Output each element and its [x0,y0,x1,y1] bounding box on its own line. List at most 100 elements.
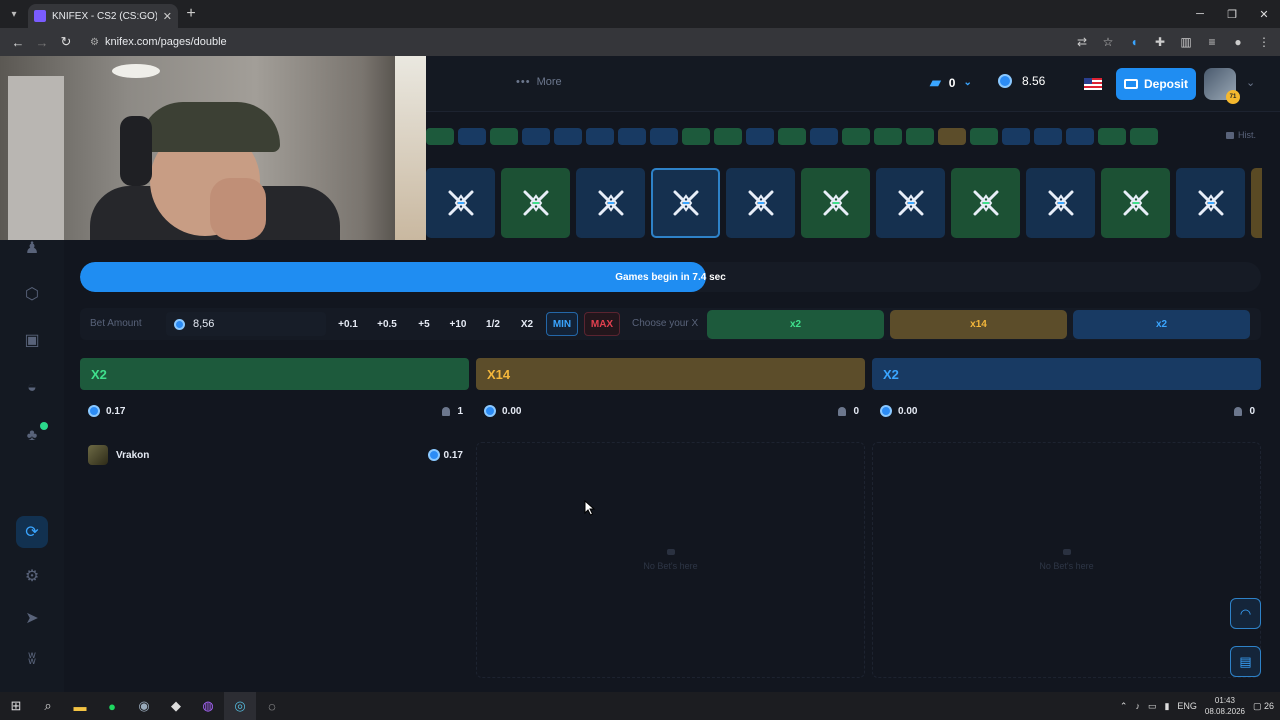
crossed-knives-icon [1123,190,1148,216]
recorder-icon[interactable]: ◌ [256,692,288,720]
url-text: knifex.com/pages/double [104,36,227,48]
new-tab-button[interactable]: + [178,5,204,23]
clock-time: 01:43 [1214,696,1235,705]
windows-taskbar: ⊞ ⌕ ▬ ● ◉ ◆ ◍ ◎ ◌ ⌃ ♪ ▭ ▮ ENG 01:43 08.0… [0,692,1280,720]
file-explorer-icon[interactable]: ▬ [64,692,96,720]
history-item-green [714,128,742,145]
sidebar-item-crash-icon[interactable]: ◒ [20,376,44,400]
profile-chevron-icon[interactable]: ⌄ [1246,76,1255,89]
skin-balance[interactable]: ▰ 0 ⌄ [930,74,972,91]
clock[interactable]: 01:43 08.08.2026 [1205,695,1245,717]
network-icon[interactable]: ▭ [1148,701,1157,712]
steam-icon[interactable]: ◉ [128,692,160,720]
deposit-button[interactable]: Deposit [1116,68,1196,100]
history-button[interactable]: Hist. [1226,130,1256,140]
user-icon [442,406,451,416]
start-windows-icon[interactable]: ⊞ [0,692,32,720]
roulette-card-green [1101,168,1170,238]
spotify-icon[interactable]: ● [96,692,128,720]
add-0.5-button[interactable]: +0.5 [372,312,402,336]
crossed-knives-icon [973,190,998,216]
reload-icon[interactable]: ↻ [54,30,78,54]
more-menu[interactable]: ••• More [516,76,562,88]
history-item-green [906,128,934,145]
bookmark-star-icon[interactable]: ☆ [1100,32,1116,52]
extensions-puzzle-icon[interactable]: ✚ [1152,32,1168,52]
sidepanel-icon[interactable]: ▥ [1178,32,1194,52]
column-total: 0.00 [898,405,918,417]
avatar[interactable]: 71 [1204,68,1240,104]
tray-chevron-icon[interactable]: ⌃ [1120,701,1128,712]
close-tab-icon[interactable]: ✕ [163,10,172,23]
bet-x14-button[interactable]: x14 [890,310,1067,339]
translate-icon[interactable]: ⇄ [1074,32,1090,52]
bet-x2-blue-button[interactable]: x2 [1073,310,1250,339]
language-flag-icon[interactable] [1084,78,1102,90]
column-total: 0.00 [502,405,522,417]
column-player-count: 0 [853,405,859,417]
coin-balance[interactable]: 8.56 [998,74,1045,88]
add-0.1-button[interactable]: +0.1 [336,312,360,336]
bet-amount-input[interactable]: 8,56 [166,312,326,336]
min-button[interactable]: MIN [546,312,578,336]
menu-kebab-icon[interactable]: ⋮ [1256,32,1272,52]
minimize-icon[interactable]: ─ [1184,0,1216,28]
webcam-person-cap [140,102,280,152]
restore-icon[interactable]: ❐ [1216,0,1248,28]
profile-icon[interactable]: ● [1230,32,1246,52]
column-title: X2 [80,358,469,390]
roulette-card-blue [726,168,795,238]
telegram-icon[interactable]: ➤ [20,606,44,630]
search-icon[interactable]: ⌕ [32,692,64,720]
history-item-blue [586,128,614,145]
column-player-count: 0 [1249,405,1255,417]
add-10-button[interactable]: +10 [446,312,470,336]
obs-icon[interactable]: ◍ [192,692,224,720]
extension-icon[interactable]: ◖ [1126,32,1142,52]
clock-date: 08.08.2026 [1204,707,1245,716]
sidebar-item-dice-icon[interactable]: ▣ [20,328,44,352]
language-indicator[interactable]: ENG [1177,701,1197,711]
bets-column-green: X2 0.17 1 Vrakon 0.17 [80,358,469,465]
forward-icon[interactable]: → [30,30,54,54]
chat-icon[interactable]: ▤ [1230,646,1261,677]
vk-icon[interactable]: ʬ [20,648,44,672]
battery-icon[interactable]: ▮ [1164,701,1169,712]
max-button[interactable]: MAX [584,312,620,336]
history-item-blue [650,128,678,145]
browser-tab[interactable]: KNIFEX - CS2 (CS:GO) Crash | R ✕ [28,4,178,28]
history-item-blue [554,128,582,145]
history-item-blue [618,128,646,145]
add-5-button[interactable]: +5 [414,312,434,336]
sidebar-item-double-icon[interactable]: ⟳ [16,516,48,548]
settings-gear-icon[interactable]: ⚙ [20,564,44,588]
coin-icon [880,405,892,417]
crossed-knives-icon [1198,190,1223,216]
level-badge: 71 [1226,90,1240,104]
bet-bar: Bet Amount 8,56 +0.1 +0.5 +5 +10 1/2 X2 … [80,308,1261,340]
support-headset-icon[interactable]: ◠ [1230,598,1261,629]
volume-icon[interactable]: ♪ [1135,701,1140,711]
sidebar-item-vs-icon[interactable]: ⬡ [20,282,44,306]
double-button[interactable]: X2 [516,312,538,336]
chrome-icon[interactable]: ◎ [224,692,256,720]
media-icon[interactable]: ≡ [1204,32,1220,52]
app-icon[interactable]: ◆ [160,692,192,720]
bets-column-gold: X14 0.00 0 No Bet's here [476,358,865,678]
roulette-card-blue [1026,168,1095,238]
tab-search-icon[interactable]: ▾ [0,0,28,28]
roulette-card-blue [1176,168,1245,238]
half-button[interactable]: 1/2 [482,312,504,336]
player-bet-amount: 0.17 [443,449,463,461]
bet-x2-green-button[interactable]: x2 [707,310,884,339]
wallet-icon [1123,79,1138,89]
back-icon[interactable]: ← [6,30,30,54]
history-item-blue [458,128,486,145]
site-info-icon[interactable]: ⚙ [90,37,99,48]
close-window-icon[interactable]: ✕ [1248,0,1280,28]
list-item: Vrakon 0.17 [88,444,463,466]
url-field[interactable]: ⚙ knifex.com/pages/double [90,36,227,48]
more-label: More [536,76,562,88]
notifications-icon[interactable]: ▢ 26 [1253,701,1274,712]
history-item-green [778,128,806,145]
